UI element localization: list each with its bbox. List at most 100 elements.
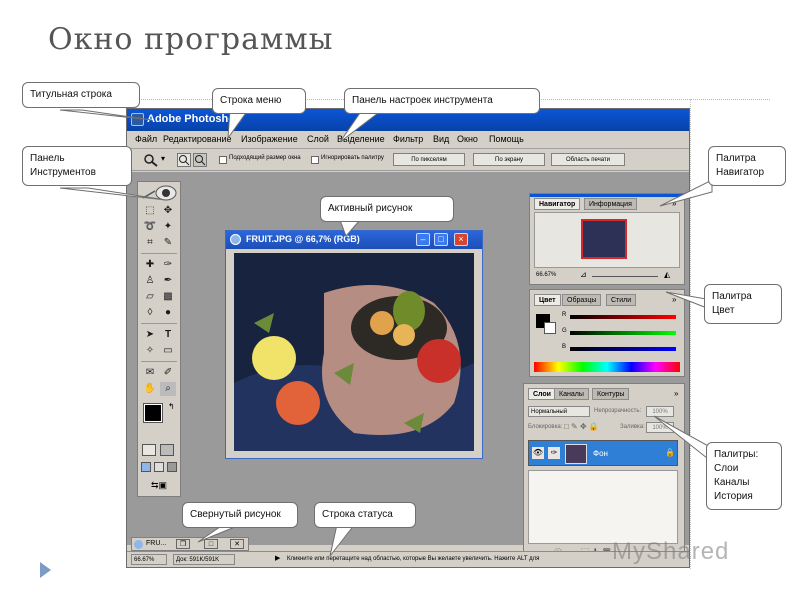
brush-tool-icon[interactable]: ✑ (160, 258, 176, 272)
close-button[interactable]: ✕ (230, 539, 244, 549)
navigator-preview[interactable] (581, 219, 627, 259)
notes-tool-icon[interactable]: ✉ (142, 366, 158, 380)
standard-mode-icon[interactable] (142, 444, 156, 456)
close-button[interactable]: × (454, 233, 468, 246)
tab-paths[interactable]: Контуры (592, 388, 630, 400)
minimized-document[interactable]: FRU... ❐ □ ✕ (131, 537, 249, 551)
zoom-in-icon[interactable] (177, 153, 191, 167)
opacity-input[interactable]: 100% (646, 406, 674, 417)
ignore-palettes-checkbox[interactable] (311, 156, 319, 164)
menu-edit[interactable]: Редактирование (163, 134, 232, 144)
status-arrow-icon[interactable]: ▶ (275, 554, 280, 562)
menu-help[interactable]: Помощь (489, 134, 524, 144)
swap-colors-icon[interactable]: ↰ (168, 402, 175, 411)
fill-input[interactable]: 100% (646, 422, 674, 433)
palette-menu-icon[interactable]: » (672, 295, 676, 304)
palette-menu-icon[interactable]: » (674, 389, 678, 398)
jump-to-imageready-icon[interactable]: ⇆▣ (144, 480, 174, 492)
tab-layers[interactable]: Слои (528, 388, 556, 400)
menu-layer[interactable]: Слой (307, 134, 329, 144)
foreground-color-swatch[interactable] (143, 403, 163, 423)
zoom-tool-icon[interactable] (143, 153, 159, 167)
hand-tool-icon[interactable]: ✋ (142, 382, 158, 396)
quick-mask-icon[interactable] (160, 444, 174, 456)
print-size-button[interactable]: Область печати (551, 153, 625, 166)
screen-mode-standard-icon[interactable] (141, 462, 151, 472)
actual-pixels-button[interactable]: По пикселям (393, 153, 465, 166)
navigator-zoom-value[interactable]: 66.67% (536, 272, 556, 278)
shape-tool-icon[interactable]: ▭ (160, 344, 176, 358)
tab-channels[interactable]: Каналы (554, 388, 589, 400)
fit-window-label: Подходящий размер окна (229, 155, 301, 161)
photoshop-window: Adobe Photoshop Файл Редактирование Изоб… (126, 108, 690, 568)
green-slider[interactable] (570, 331, 676, 335)
zoom-in-small-icon[interactable]: ◭ (664, 270, 670, 279)
tab-styles[interactable]: Стили (606, 294, 637, 306)
image-title-bar[interactable]: FRUIT.JPG @ 66,7% (RGB) – □ × (226, 231, 482, 249)
healing-brush-tool-icon[interactable]: ✚ (142, 258, 158, 272)
magic-wand-tool-icon[interactable]: ✦ (160, 220, 176, 234)
lock-icons[interactable]: □ ✎ ✥ 🔒 (564, 422, 599, 431)
chevron-down-icon[interactable]: ▾ (161, 154, 165, 163)
toolbox: ⬚ ✥ ➰ ✦ ⌗ ✎ ✚ ✑ ♙ ✒ ▱ ▩ ◊ ● ➤ T ✧ ▭ ✉ ✐ … (137, 181, 181, 497)
clone-stamp-tool-icon[interactable]: ♙ (142, 274, 158, 288)
gradient-tool-icon[interactable]: ▩ (160, 290, 176, 304)
eyedropper-tool-icon[interactable]: ✐ (160, 366, 176, 380)
status-zoom[interactable]: 66.67% (131, 554, 167, 565)
image-canvas[interactable] (234, 253, 474, 451)
fit-window-checkbox[interactable] (219, 156, 227, 164)
menu-select[interactable]: Выделение (337, 134, 385, 144)
move-tool-icon[interactable]: ✥ (160, 204, 176, 218)
screen-mode-full-menu-icon[interactable] (154, 462, 164, 472)
marquee-tool-icon[interactable]: ⬚ (142, 204, 158, 218)
lasso-tool-icon[interactable]: ➰ (142, 220, 158, 234)
tab-swatches[interactable]: Образцы (562, 294, 602, 306)
type-tool-icon[interactable]: T (160, 328, 176, 342)
palette-menu-icon[interactable]: » (672, 199, 676, 208)
zoom-out-icon[interactable] (193, 153, 207, 167)
layer-row-background[interactable]: 👁 ✑ Фон 🔒 (528, 440, 678, 466)
adobe-eye-logo-icon (141, 185, 179, 201)
maximize-button[interactable]: □ (204, 539, 218, 549)
eraser-tool-icon[interactable]: ▱ (142, 290, 158, 304)
callout-minimized-doc: Свернутый рисунок (182, 502, 298, 528)
menu-image[interactable]: Изображение (241, 134, 298, 144)
tab-info[interactable]: Информация (584, 198, 637, 210)
layer-brush-icon[interactable]: ✑ (548, 447, 560, 459)
minimize-button[interactable]: – (416, 233, 430, 246)
crop-tool-icon[interactable]: ⌗ (142, 236, 158, 250)
status-doc-size[interactable]: Док: 591K/591K (173, 554, 235, 565)
menu-file[interactable]: Файл (135, 134, 157, 144)
layer-visibility-icon[interactable]: 👁 (532, 447, 544, 459)
color-background-swatch[interactable] (544, 322, 556, 334)
palette-titlebar (530, 194, 684, 197)
pen-tool-icon[interactable]: ✧ (142, 344, 158, 358)
toolbox-divider (141, 253, 177, 254)
maximize-button[interactable]: □ (434, 233, 448, 246)
layer-name: Фон (593, 449, 608, 458)
blur-tool-icon[interactable]: ◊ (142, 306, 158, 320)
color-spectrum-bar[interactable] (534, 362, 680, 372)
path-selection-tool-icon[interactable]: ➤ (142, 328, 158, 342)
zoom-tool-icon[interactable]: ⌕ (160, 382, 176, 396)
slice-tool-icon[interactable]: ✎ (160, 236, 176, 250)
fit-screen-button[interactable]: По экрану (473, 153, 545, 166)
zoom-slider[interactable] (592, 276, 658, 277)
dodge-tool-icon[interactable]: ● (160, 306, 176, 320)
callout-menu-bar: Строка меню (212, 88, 306, 114)
blue-slider[interactable] (570, 347, 676, 351)
red-slider[interactable] (570, 315, 676, 319)
history-brush-tool-icon[interactable]: ✒ (160, 274, 176, 288)
document-icon (134, 540, 143, 549)
menu-window[interactable]: Окно (457, 134, 478, 144)
toolbox-divider (141, 323, 177, 324)
tab-color[interactable]: Цвет (534, 294, 561, 306)
zoom-out-small-icon[interactable]: ⊿ (580, 270, 587, 279)
restore-button[interactable]: ❐ (176, 539, 190, 549)
tab-navigator[interactable]: Навигатор (534, 198, 581, 210)
blend-mode-select[interactable]: Нормальный (528, 406, 590, 417)
screen-mode-full-icon[interactable] (167, 462, 177, 472)
menu-filter[interactable]: Фильтр (393, 134, 423, 144)
menu-bar: Файл Редактирование Изображение Слой Выд… (127, 131, 689, 149)
menu-view[interactable]: Вид (433, 134, 449, 144)
